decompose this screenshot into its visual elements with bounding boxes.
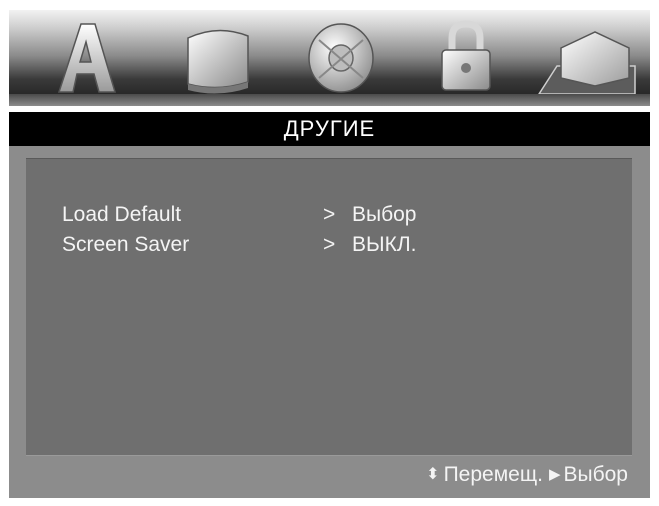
padlock-icon[interactable] xyxy=(430,18,502,96)
tab-icon-bar xyxy=(9,10,650,106)
menu-item-value: ВЫКЛ. xyxy=(352,233,417,256)
other-settings-icon[interactable] xyxy=(537,18,637,96)
key-hint-bar: ⬍ Перемещ. ▶ Выбор xyxy=(26,458,632,492)
menu-item-value: Выбор xyxy=(352,203,417,226)
menu-panel: Load Default > Выбор Screen Saver > ВЫКЛ… xyxy=(9,146,650,498)
menu-item-label: Screen Saver xyxy=(62,233,190,256)
up-down-arrow-icon: ⬍ xyxy=(426,466,440,483)
chevron-right-icon: > xyxy=(323,233,336,256)
osd-screen: ДРУГИЕ Load Default > Выбор Screen Saver… xyxy=(0,0,659,506)
play-arrow-icon: ▶ xyxy=(548,466,561,483)
letter-a-icon[interactable] xyxy=(49,18,121,96)
menu-item-label: Load Default xyxy=(62,203,182,226)
section-title: ДРУГИЕ xyxy=(9,112,650,146)
picture-icon[interactable] xyxy=(182,18,254,96)
move-hint-label: Перемещ. xyxy=(443,463,543,486)
chevron-right-icon: > xyxy=(323,203,336,226)
menu-list: Load Default > Выбор Screen Saver > ВЫКЛ… xyxy=(26,158,632,456)
select-hint-label: Выбор xyxy=(563,463,629,486)
sound-dish-icon[interactable] xyxy=(305,18,377,96)
